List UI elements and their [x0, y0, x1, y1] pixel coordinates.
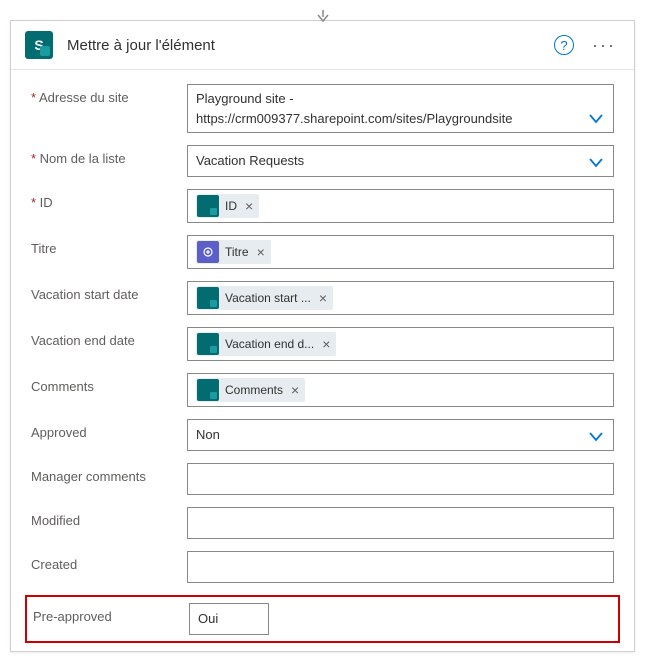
purple-token-icon	[197, 241, 219, 263]
label-pre-approved: Pre-approved	[33, 603, 173, 624]
token-titre-label: Titre	[225, 245, 249, 259]
field-vac-end[interactable]: Vacation end d... ×	[187, 327, 614, 361]
adresse-site-line1: Playground site -	[196, 89, 579, 109]
sharepoint-token-icon	[197, 287, 219, 309]
label-vac-start: Vacation start date	[31, 281, 171, 302]
token-id[interactable]: ID ×	[196, 194, 259, 218]
card-body: Adresse du site Playground site - https:…	[11, 70, 634, 651]
token-vac-end-label: Vacation end d...	[225, 337, 314, 351]
label-approved: Approved	[31, 419, 171, 440]
label-manager-comments: Manager comments	[31, 463, 171, 484]
token-vac-end[interactable]: Vacation end d... ×	[196, 332, 336, 356]
label-id: ID	[31, 189, 171, 210]
label-nom-liste: Nom de la liste	[31, 145, 171, 166]
close-icon[interactable]: ×	[319, 291, 327, 305]
label-comments: Comments	[31, 373, 171, 394]
sharepoint-token-icon	[197, 333, 219, 355]
label-modified: Modified	[31, 507, 171, 528]
pre-approved-value: Oui	[198, 609, 260, 629]
nom-liste-value: Vacation Requests	[196, 151, 579, 171]
field-comments[interactable]: Comments ×	[187, 373, 614, 407]
close-icon[interactable]: ×	[257, 245, 265, 259]
token-titre[interactable]: Titre ×	[196, 240, 271, 264]
adresse-site-line2: https://crm009377.sharepoint.com/sites/P…	[196, 109, 579, 129]
close-icon[interactable]: ×	[322, 337, 330, 351]
card-title: Mettre à jour l'élément	[67, 37, 540, 54]
chevron-down-icon[interactable]	[589, 158, 603, 168]
token-comments[interactable]: Comments ×	[196, 378, 305, 402]
label-titre: Titre	[31, 235, 171, 256]
highlight-pre-approved: Pre-approved Oui	[25, 595, 620, 643]
field-approved[interactable]: Non	[187, 419, 614, 451]
token-vac-start[interactable]: Vacation start ... ×	[196, 286, 333, 310]
label-adresse-site: Adresse du site	[31, 84, 171, 105]
help-icon[interactable]: ?	[554, 35, 574, 55]
sharepoint-token-icon	[197, 195, 219, 217]
more-icon[interactable]: ···	[588, 35, 620, 56]
token-id-label: ID	[225, 199, 237, 213]
close-icon[interactable]: ×	[291, 383, 299, 397]
approved-value: Non	[196, 425, 579, 445]
field-adresse-site[interactable]: Playground site - https://crm009377.shar…	[187, 84, 614, 133]
sharepoint-icon: S	[25, 31, 53, 59]
field-pre-approved[interactable]: Oui	[189, 603, 269, 635]
card-header[interactable]: S Mettre à jour l'élément ? ···	[11, 21, 634, 70]
action-card: S Mettre à jour l'élément ? ··· Adresse …	[10, 20, 635, 652]
token-comments-label: Comments	[225, 383, 283, 397]
field-vac-start[interactable]: Vacation start ... ×	[187, 281, 614, 315]
field-created[interactable]	[187, 551, 614, 583]
label-created: Created	[31, 551, 171, 572]
token-vac-start-label: Vacation start ...	[225, 291, 311, 305]
chevron-down-icon[interactable]	[589, 114, 603, 124]
label-vac-end: Vacation end date	[31, 327, 171, 348]
chevron-down-icon[interactable]	[589, 432, 603, 442]
field-id[interactable]: ID ×	[187, 189, 614, 223]
close-icon[interactable]: ×	[245, 199, 253, 213]
field-titre[interactable]: Titre ×	[187, 235, 614, 269]
field-nom-liste[interactable]: Vacation Requests	[187, 145, 614, 177]
field-modified[interactable]	[187, 507, 614, 539]
field-manager-comments[interactable]	[187, 463, 614, 495]
sharepoint-token-icon	[197, 379, 219, 401]
